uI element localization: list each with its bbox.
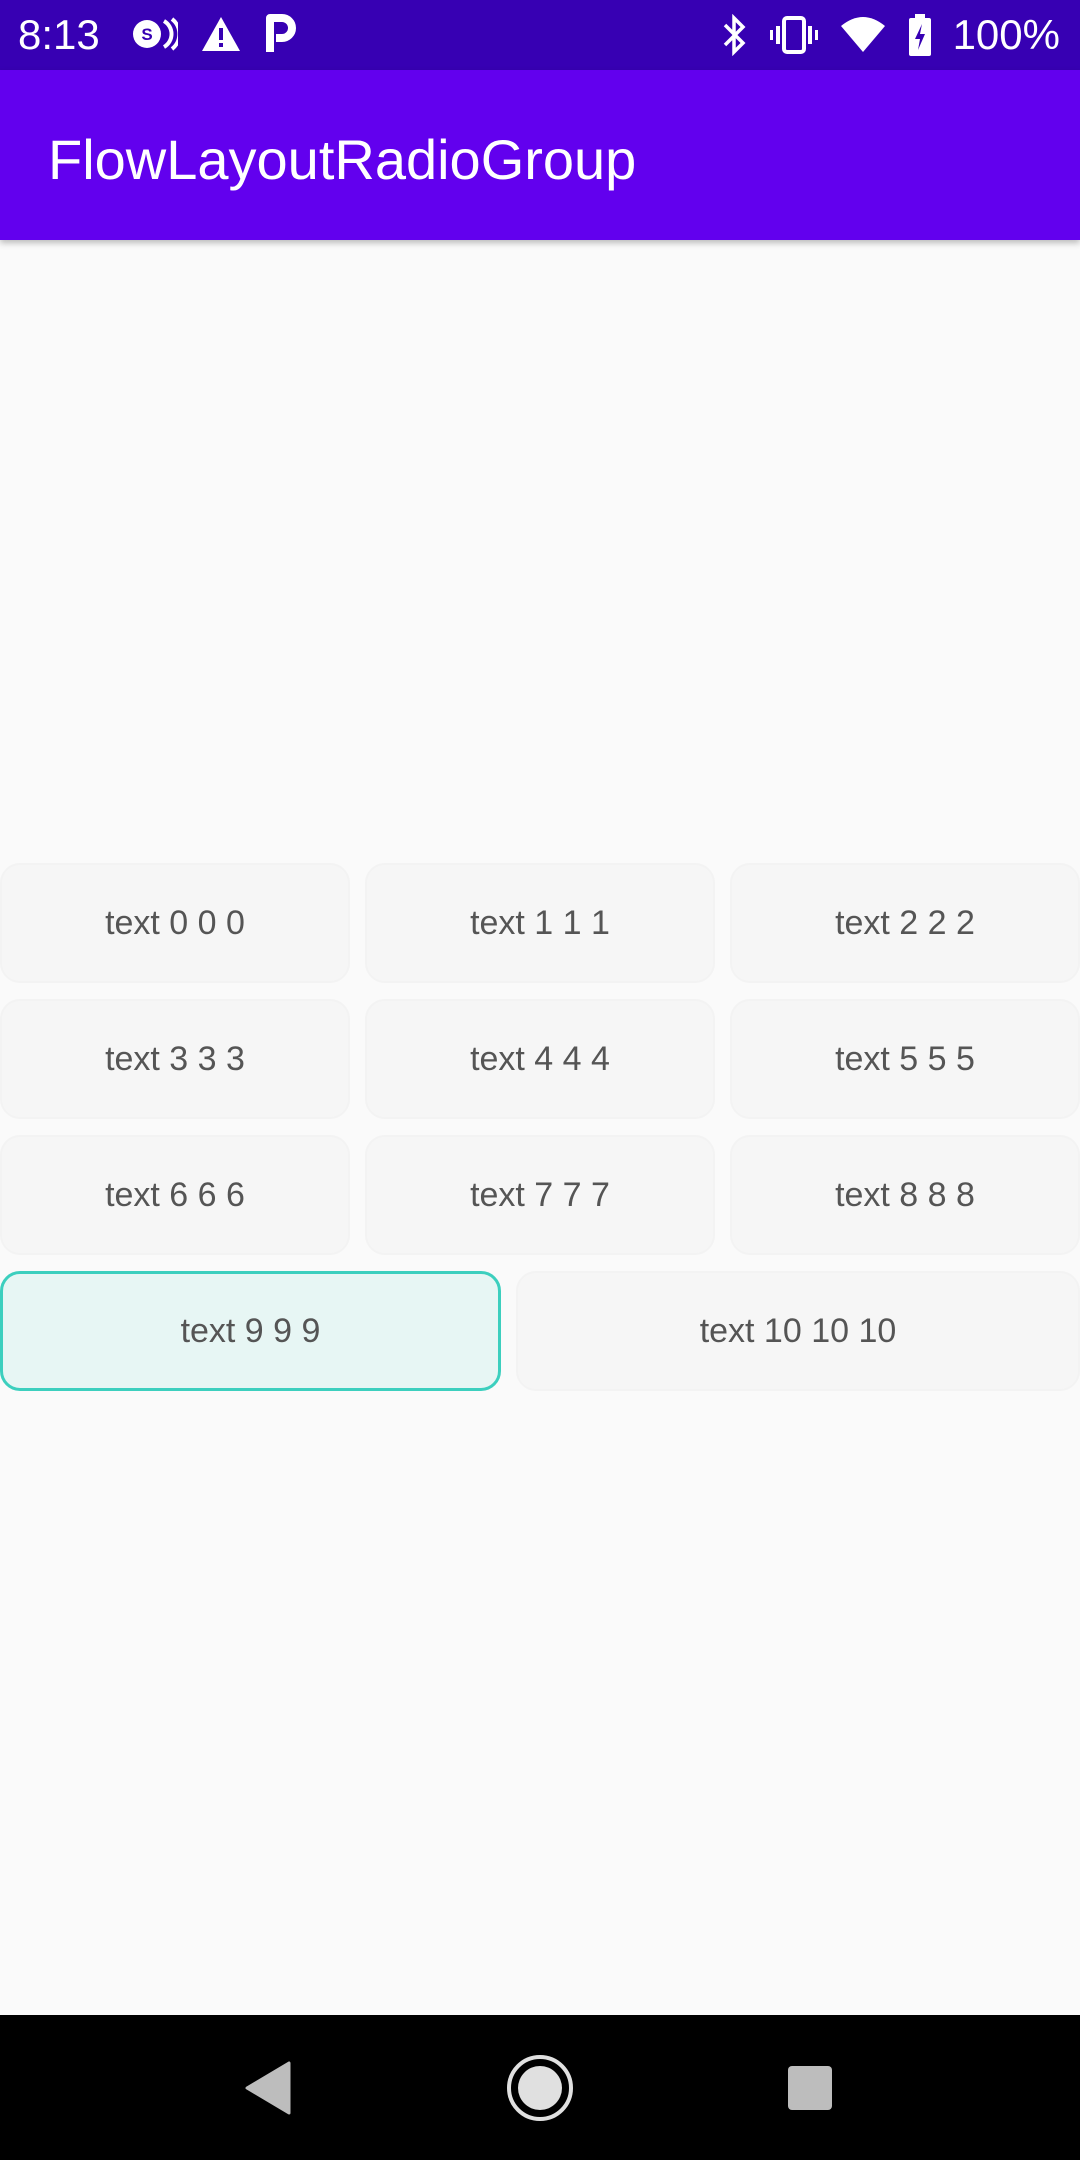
sync-icon: S	[132, 17, 178, 51]
svg-text:S: S	[141, 25, 152, 44]
navigation-bar	[0, 2015, 1080, 2160]
radio-option-0[interactable]: text 0 0 0	[0, 863, 350, 983]
bluetooth-icon	[721, 14, 749, 56]
radio-option-4[interactable]: text 4 4 4	[365, 999, 715, 1119]
status-time: 8:13	[18, 11, 100, 58]
vibrate-icon	[769, 15, 819, 55]
wifi-icon	[839, 16, 887, 54]
radio-option-7[interactable]: text 7 7 7	[365, 1135, 715, 1255]
back-icon	[243, 2061, 293, 2115]
radio-option-5[interactable]: text 5 5 5	[730, 999, 1080, 1119]
app-bar: FlowLayoutRadioGroup	[0, 70, 1080, 240]
radio-option-1[interactable]: text 1 1 1	[365, 863, 715, 983]
back-button[interactable]	[208, 2015, 328, 2160]
recents-icon	[786, 2064, 834, 2112]
status-right-icons: 100%	[721, 10, 1060, 60]
battery-percent: 100%	[952, 11, 1060, 58]
flow-layout-radio-group: text 0 0 0 text 1 1 1 text 2 2 2 text 3 …	[0, 240, 1080, 2015]
battery-icon	[907, 13, 933, 57]
radio-option-3[interactable]: text 3 3 3	[0, 999, 350, 1119]
home-icon	[505, 2053, 575, 2123]
radio-option-8[interactable]: text 8 8 8	[730, 1135, 1080, 1255]
status-bar: 8:13 S 100%	[0, 0, 1080, 70]
app-title: FlowLayoutRadioGroup	[48, 128, 637, 191]
radio-option-6[interactable]: text 6 6 6	[0, 1135, 350, 1255]
warning-icon	[200, 15, 242, 53]
recents-button[interactable]	[750, 2015, 870, 2160]
parking-icon	[264, 14, 298, 54]
radio-option-10[interactable]: text 10 10 10	[516, 1271, 1080, 1391]
radio-option-2[interactable]: text 2 2 2	[730, 863, 1080, 983]
home-button[interactable]	[480, 2015, 600, 2160]
radio-option-9-selected[interactable]: text 9 9 9	[0, 1271, 501, 1391]
status-left-icons: S	[132, 14, 298, 54]
